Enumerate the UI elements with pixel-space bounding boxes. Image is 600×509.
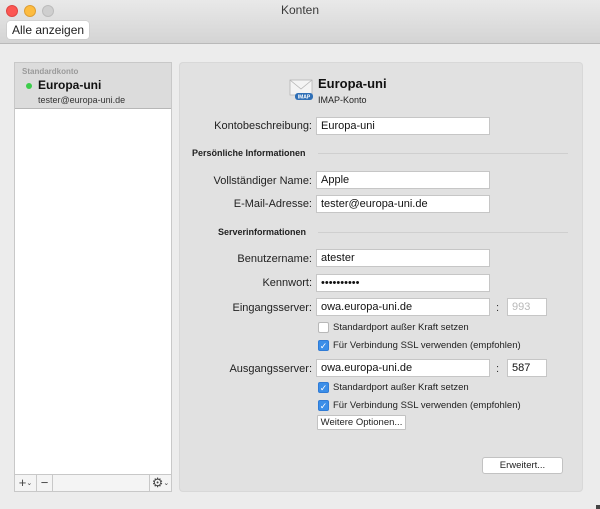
account-actions-button[interactable]: ⚙⌄ xyxy=(149,475,171,491)
incoming-ssl-checkbox[interactable]: ✓ xyxy=(318,340,329,351)
gear-icon: ⚙ xyxy=(151,475,164,490)
resize-handle[interactable] xyxy=(596,505,600,509)
outgoing-server-label: Ausgangsserver: xyxy=(229,363,312,375)
password-label: Kennwort: xyxy=(262,277,312,289)
imap-badge-text: IMAP xyxy=(298,95,311,101)
username-input[interactable]: atester xyxy=(316,249,490,267)
chevron-down-icon: ⌄ xyxy=(26,480,33,488)
description-input[interactable]: Europa-uni xyxy=(316,117,490,135)
section-divider xyxy=(318,153,568,154)
outgoing-ssl-label: Für Verbindung SSL verwenden (empfohlen) xyxy=(333,400,521,411)
description-label: Kontobeschreibung: xyxy=(214,120,312,132)
incoming-override-port-label: Standardport außer Kraft setzen xyxy=(333,322,469,333)
account-name: Europa-uni xyxy=(38,78,102,92)
incoming-port-input[interactable]: 993 xyxy=(507,298,547,316)
port-separator: : xyxy=(496,363,500,375)
imap-mail-icon: IMAP xyxy=(289,79,313,101)
account-email: tester@europa-uni.de xyxy=(38,95,126,105)
titlebar: Konten Alle anzeigen xyxy=(0,0,600,44)
email-input[interactable]: tester@europa-uni.de xyxy=(316,195,490,213)
checkmark-icon: ✓ xyxy=(319,383,328,393)
advanced-button[interactable]: Erweitert... xyxy=(482,457,563,474)
window-title: Konten xyxy=(280,3,320,17)
outgoing-ssl-checkbox[interactable]: ✓ xyxy=(318,400,329,411)
section-divider xyxy=(318,232,568,233)
outgoing-override-port-label: Standardport außer Kraft setzen xyxy=(333,382,469,393)
port-separator: : xyxy=(496,302,500,314)
incoming-server-label: Eingangsserver: xyxy=(232,302,313,314)
full-name-input[interactable]: Apple xyxy=(316,171,490,189)
accounts-window: Konten Alle anzeigen Standardkonto Europ… xyxy=(0,0,600,509)
show-all-button[interactable]: Alle anzeigen xyxy=(7,21,90,39)
minus-icon: − xyxy=(40,475,49,490)
password-input[interactable]: •••••••••• xyxy=(316,274,490,292)
incoming-ssl-label: Für Verbindung SSL verwenden (empfohlen) xyxy=(333,340,521,351)
checkmark-icon: ✓ xyxy=(319,401,328,411)
server-info-heading: Serverinformationen xyxy=(218,227,307,237)
more-options-button[interactable]: Weitere Optionen... xyxy=(317,415,406,430)
username-label: Benutzername: xyxy=(237,253,312,265)
outgoing-override-port-checkbox[interactable]: ✓ xyxy=(318,382,329,393)
email-label: E-Mail-Adresse: xyxy=(233,198,312,210)
outgoing-server-input[interactable]: owa.europa-uni.de xyxy=(316,359,490,377)
personal-info-heading: Persönliche Informationen xyxy=(192,148,306,158)
account-list-toolbar: +⌄ − ⚙⌄ xyxy=(14,474,172,492)
account-list-item[interactable]: Standardkonto Europa-uni tester@europa-u… xyxy=(15,63,171,109)
incoming-override-port-checkbox[interactable] xyxy=(318,322,329,333)
chevron-down-icon: ⌄ xyxy=(163,480,170,488)
account-list: Standardkonto Europa-uni tester@europa-u… xyxy=(14,62,172,492)
add-account-button[interactable]: +⌄ xyxy=(15,475,37,491)
online-status-icon xyxy=(26,83,32,89)
incoming-server-input[interactable]: owa.europa-uni.de xyxy=(316,298,490,316)
account-group-label: Standardkonto xyxy=(22,67,79,76)
remove-account-button[interactable]: − xyxy=(37,475,53,491)
full-name-label: Vollständiger Name: xyxy=(213,175,312,187)
account-type: IMAP-Konto xyxy=(318,95,367,105)
account-title: Europa-uni xyxy=(318,76,387,91)
outgoing-port-input[interactable]: 587 xyxy=(507,359,547,377)
checkmark-icon: ✓ xyxy=(319,341,328,351)
